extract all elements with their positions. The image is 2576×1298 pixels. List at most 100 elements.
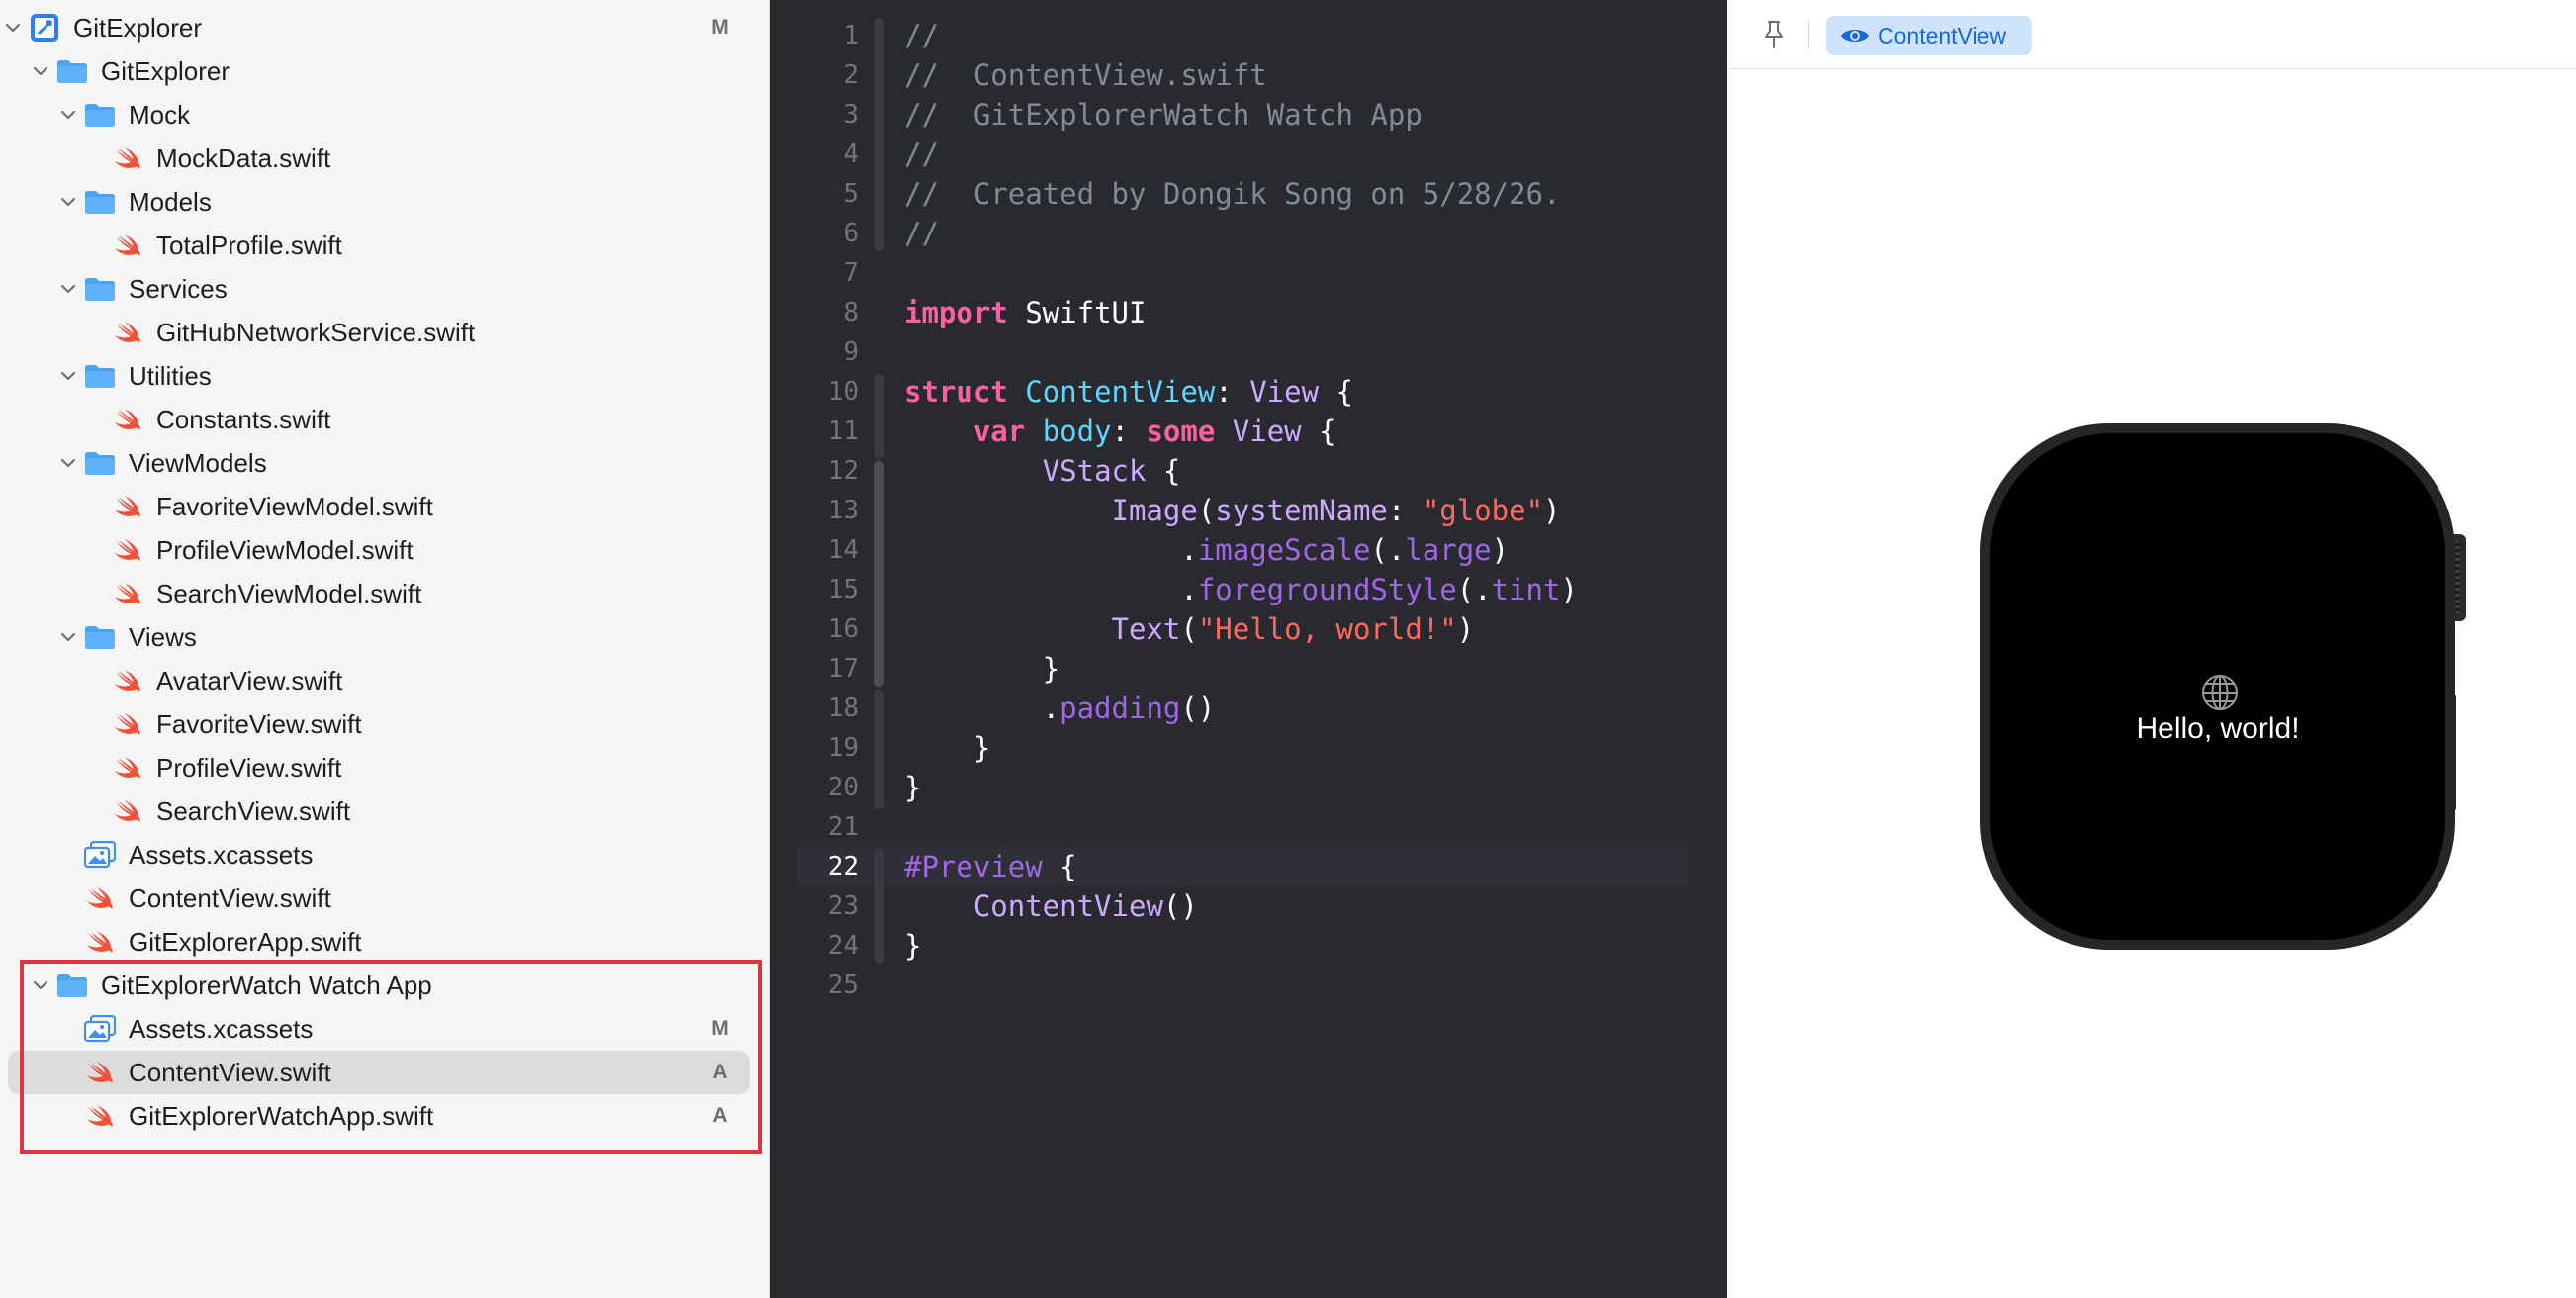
pin-icon[interactable] [1757, 18, 1791, 51]
change-bar [874, 18, 884, 251]
disclosure-chevron-icon[interactable] [57, 278, 79, 300]
code-line[interactable]: VStack { [904, 451, 1181, 491]
pin-icon-glyph [1765, 21, 1783, 48]
navigator-item[interactable]: Models [0, 180, 770, 224]
disclosure-chevron-icon[interactable] [57, 365, 79, 387]
disclosure-chevron-icon[interactable] [2, 17, 24, 39]
code-line[interactable]: var body: some View { [904, 412, 1336, 451]
navigator-item[interactable]: GitExplorer [0, 49, 770, 93]
swift-file-icon [111, 319, 144, 346]
code-token: ContentView [1025, 375, 1216, 409]
line-number: 1 [843, 21, 859, 50]
code-line[interactable]: Text("Hello, world!") [904, 609, 1475, 649]
navigator-item[interactable]: GitHubNetworkService.swift [0, 311, 770, 354]
code-line[interactable]: } [904, 728, 990, 768]
line-number: 8 [843, 298, 859, 327]
code-line[interactable]: .padding() [904, 689, 1216, 728]
code-line[interactable]: struct ContentView: View { [904, 372, 1353, 412]
code-token: ) [1543, 494, 1561, 527]
code-token: { [1042, 850, 1077, 883]
code-line[interactable]: // [904, 135, 939, 174]
code-line[interactable]: } [904, 649, 1059, 689]
disclosure-chevron-icon[interactable] [57, 191, 79, 213]
preview-tab-contentview[interactable]: ContentView [1826, 16, 2032, 55]
disclosure-chevron-icon[interactable] [57, 104, 79, 126]
line-number: 13 [827, 496, 859, 525]
code-token: : [1111, 415, 1147, 448]
line-number: 3 [843, 100, 859, 130]
folder-icon [83, 101, 117, 129]
navigator-item[interactable]: Mock [0, 93, 770, 137]
navigator-item[interactable]: Utilities [0, 354, 770, 398]
navigator-item-label: Services [129, 273, 228, 304]
disclosure-chevron-icon[interactable] [30, 60, 51, 82]
line-number: 24 [827, 931, 859, 961]
code-token: { [1319, 375, 1353, 409]
disclosure-chevron-icon[interactable] [57, 626, 79, 648]
navigator-item[interactable]: FavoriteViewModel.swift [0, 485, 770, 528]
line-number: 7 [843, 258, 859, 288]
code-line[interactable]: // Created by Dongik Song on 5/28/26. [904, 174, 1560, 214]
change-bar [874, 461, 884, 687]
code-line[interactable]: } [904, 768, 921, 807]
disclosure-chevron-icon[interactable] [57, 452, 79, 474]
navigator-item[interactable]: Views [0, 615, 770, 659]
code-token: // Created by Dongik Song on 5/28/26. [904, 177, 1561, 211]
hello-world-text: Hello, world! [2136, 712, 2300, 745]
preview-tab-label: ContentView [1878, 22, 2006, 48]
navigator-item-label: ViewModels [129, 447, 267, 478]
swift-file-icon [111, 406, 144, 433]
code-line[interactable]: // [904, 214, 939, 253]
navigator-item[interactable]: ContentView.swift [0, 877, 770, 920]
line-number: 2 [843, 60, 859, 90]
code-token: // GitExplorerWatch Watch App [904, 98, 1423, 132]
navigator-item[interactable]: GitExplorer M [0, 6, 770, 49]
navigator-item[interactable]: TotalProfile.swift [0, 224, 770, 267]
navigator-item[interactable]: SearchViewModel.swift [0, 572, 770, 615]
code-token: foregroundStyle [1197, 573, 1457, 606]
source-editor[interactable]: 1 2 3 4 5 6 7 8 9 10 11 12 13 14 15 16 17 18 19 20 21 22 23 24 2… [770, 0, 1727, 1298]
project-navigator: GitExplorer M GitExplorer Mock MockData.swif… [0, 0, 770, 1298]
code-token: tint [1491, 573, 1561, 606]
code-line[interactable]: Image(systemName: "globe") [904, 491, 1561, 530]
navigator-item[interactable]: Constants.swift [0, 398, 770, 441]
navigator-item[interactable]: ProfileView.swift [0, 746, 770, 789]
navigator-item[interactable]: SearchView.swift [0, 789, 770, 833]
code-token: } [904, 652, 1060, 686]
code-line[interactable]: ContentView() [904, 886, 1198, 926]
line-number: 4 [843, 139, 859, 169]
navigator-item-label: Constants.swift [156, 404, 331, 434]
code-line[interactable]: // [904, 16, 939, 55]
line-number: 18 [827, 694, 859, 723]
code-line[interactable]: .foregroundStyle(.tint) [904, 570, 1578, 609]
line-number: 5 [843, 179, 859, 209]
navigator-item[interactable]: ViewModels [0, 441, 770, 485]
code-line[interactable]: #Preview { [904, 847, 1077, 886]
navigator-item[interactable]: Services [0, 267, 770, 311]
code-token: ContentView [972, 889, 1163, 923]
navigator-item[interactable]: FavoriteView.swift [0, 702, 770, 746]
navigator-item[interactable]: ProfileViewModel.swift [0, 528, 770, 572]
watch-screen: Hello, world! [1990, 433, 2445, 940]
code-token: "globe" [1422, 494, 1544, 527]
code-line[interactable]: .imageScale(.large) [904, 530, 1509, 570]
navigator-item[interactable]: MockData.swift [0, 137, 770, 180]
code-token: (. [1456, 573, 1492, 606]
line-number: 17 [827, 654, 859, 684]
navigator-item[interactable]: GitExplorerApp.swift [0, 920, 770, 964]
code-token: var [972, 415, 1026, 448]
code-token: : [1215, 375, 1250, 409]
swift-file-icon [111, 754, 144, 782]
globe-icon [2202, 675, 2238, 710]
code-line[interactable]: import SwiftUI [904, 293, 1146, 332]
navigator-item[interactable]: AvatarView.swift [0, 659, 770, 702]
code-token: Image [1111, 494, 1198, 527]
code-line[interactable]: } [904, 926, 921, 966]
code-line[interactable]: // ContentView.swift [904, 55, 1267, 95]
code-token: ) [1491, 533, 1510, 567]
code-line[interactable]: // GitExplorerWatch Watch App [904, 95, 1423, 135]
navigator-item[interactable]: Assets.xcassets [0, 833, 770, 877]
line-number: 6 [843, 219, 859, 248]
code-token: ( [1197, 494, 1216, 527]
